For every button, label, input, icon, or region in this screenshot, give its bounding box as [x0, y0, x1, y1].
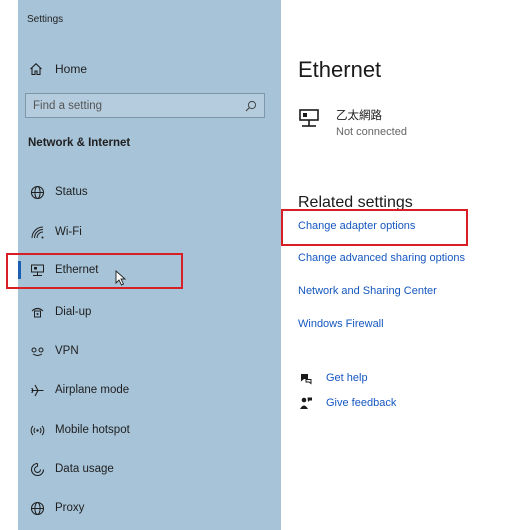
data-usage-icon — [29, 461, 45, 477]
home-icon — [28, 61, 44, 77]
get-help-label: Get help — [326, 372, 368, 384]
sidebar-item-label: Dial-up — [55, 306, 92, 318]
proxy-globe-icon — [29, 500, 45, 516]
ethernet-adapter[interactable]: 乙太網路 Not connected — [298, 107, 407, 138]
sidebar-item-label: Ethernet — [55, 264, 99, 276]
sidebar-item-vpn[interactable]: VPN — [18, 335, 281, 367]
sidebar-item-mobile-hotspot[interactable]: Mobile hotspot — [18, 414, 281, 446]
ethernet-icon — [29, 262, 45, 278]
hotspot-icon — [29, 422, 45, 438]
change-advanced-sharing-link[interactable]: Change advanced sharing options — [298, 252, 465, 264]
sidebar-item-label: Status — [55, 186, 88, 198]
wifi-icon — [29, 224, 45, 240]
main-content: Ethernet 乙太網路 Not connected Related sett… — [281, 0, 513, 530]
home-nav-item[interactable]: Home — [28, 58, 87, 80]
sidebar-item-wifi[interactable]: Wi-Fi — [18, 216, 281, 248]
windows-firewall-link[interactable]: Windows Firewall — [298, 318, 384, 330]
adapter-name: 乙太網路 — [336, 110, 382, 122]
adapter-status: Not connected — [336, 126, 407, 138]
search-input[interactable] — [33, 99, 223, 112]
get-help-icon — [298, 370, 314, 386]
network-sharing-center-link[interactable]: Network and Sharing Center — [298, 285, 437, 297]
search-box[interactable] — [25, 93, 265, 118]
sidebar-item-ethernet[interactable]: Ethernet — [18, 254, 281, 286]
get-help-item[interactable]: Get help — [298, 370, 368, 386]
give-feedback-label: Give feedback — [326, 397, 397, 409]
sidebar-item-proxy[interactable]: Proxy — [18, 492, 281, 524]
mouse-cursor-icon — [115, 270, 127, 286]
sidebar-item-label: Mobile hotspot — [55, 424, 130, 436]
related-settings-header: Related settings — [298, 194, 413, 211]
airplane-icon — [29, 382, 45, 398]
change-adapter-options-link[interactable]: Change adapter options — [298, 220, 415, 232]
sidebar-item-label: Wi-Fi — [55, 226, 82, 238]
sidebar-item-dialup[interactable]: Dial-up — [18, 296, 281, 328]
sidebar-item-airplane-mode[interactable]: Airplane mode — [18, 374, 281, 406]
page-title: Ethernet — [298, 57, 382, 82]
window-title: Settings — [27, 14, 64, 25]
home-label: Home — [55, 62, 88, 76]
selection-indicator — [18, 261, 21, 279]
dialup-icon — [29, 304, 45, 320]
sidebar-item-status[interactable]: Status — [18, 176, 281, 208]
sidebar-item-data-usage[interactable]: Data usage — [18, 453, 281, 485]
search-icon[interactable] — [245, 100, 257, 112]
sidebar-item-label: Airplane mode — [55, 384, 130, 396]
sidebar-item-label: Data usage — [55, 463, 114, 475]
vpn-icon — [29, 343, 45, 359]
sidebar: Settings Home Network & Internet Status … — [18, 0, 281, 530]
left-margin — [0, 0, 18, 530]
section-header: Network & Internet — [28, 137, 131, 149]
sidebar-item-label: VPN — [55, 345, 79, 357]
give-feedback-item[interactable]: Give feedback — [298, 395, 396, 411]
network-adapter-icon — [299, 109, 319, 127]
sidebar-item-label: Proxy — [55, 502, 85, 514]
feedback-person-icon — [298, 395, 314, 411]
status-globe-icon — [29, 184, 45, 200]
